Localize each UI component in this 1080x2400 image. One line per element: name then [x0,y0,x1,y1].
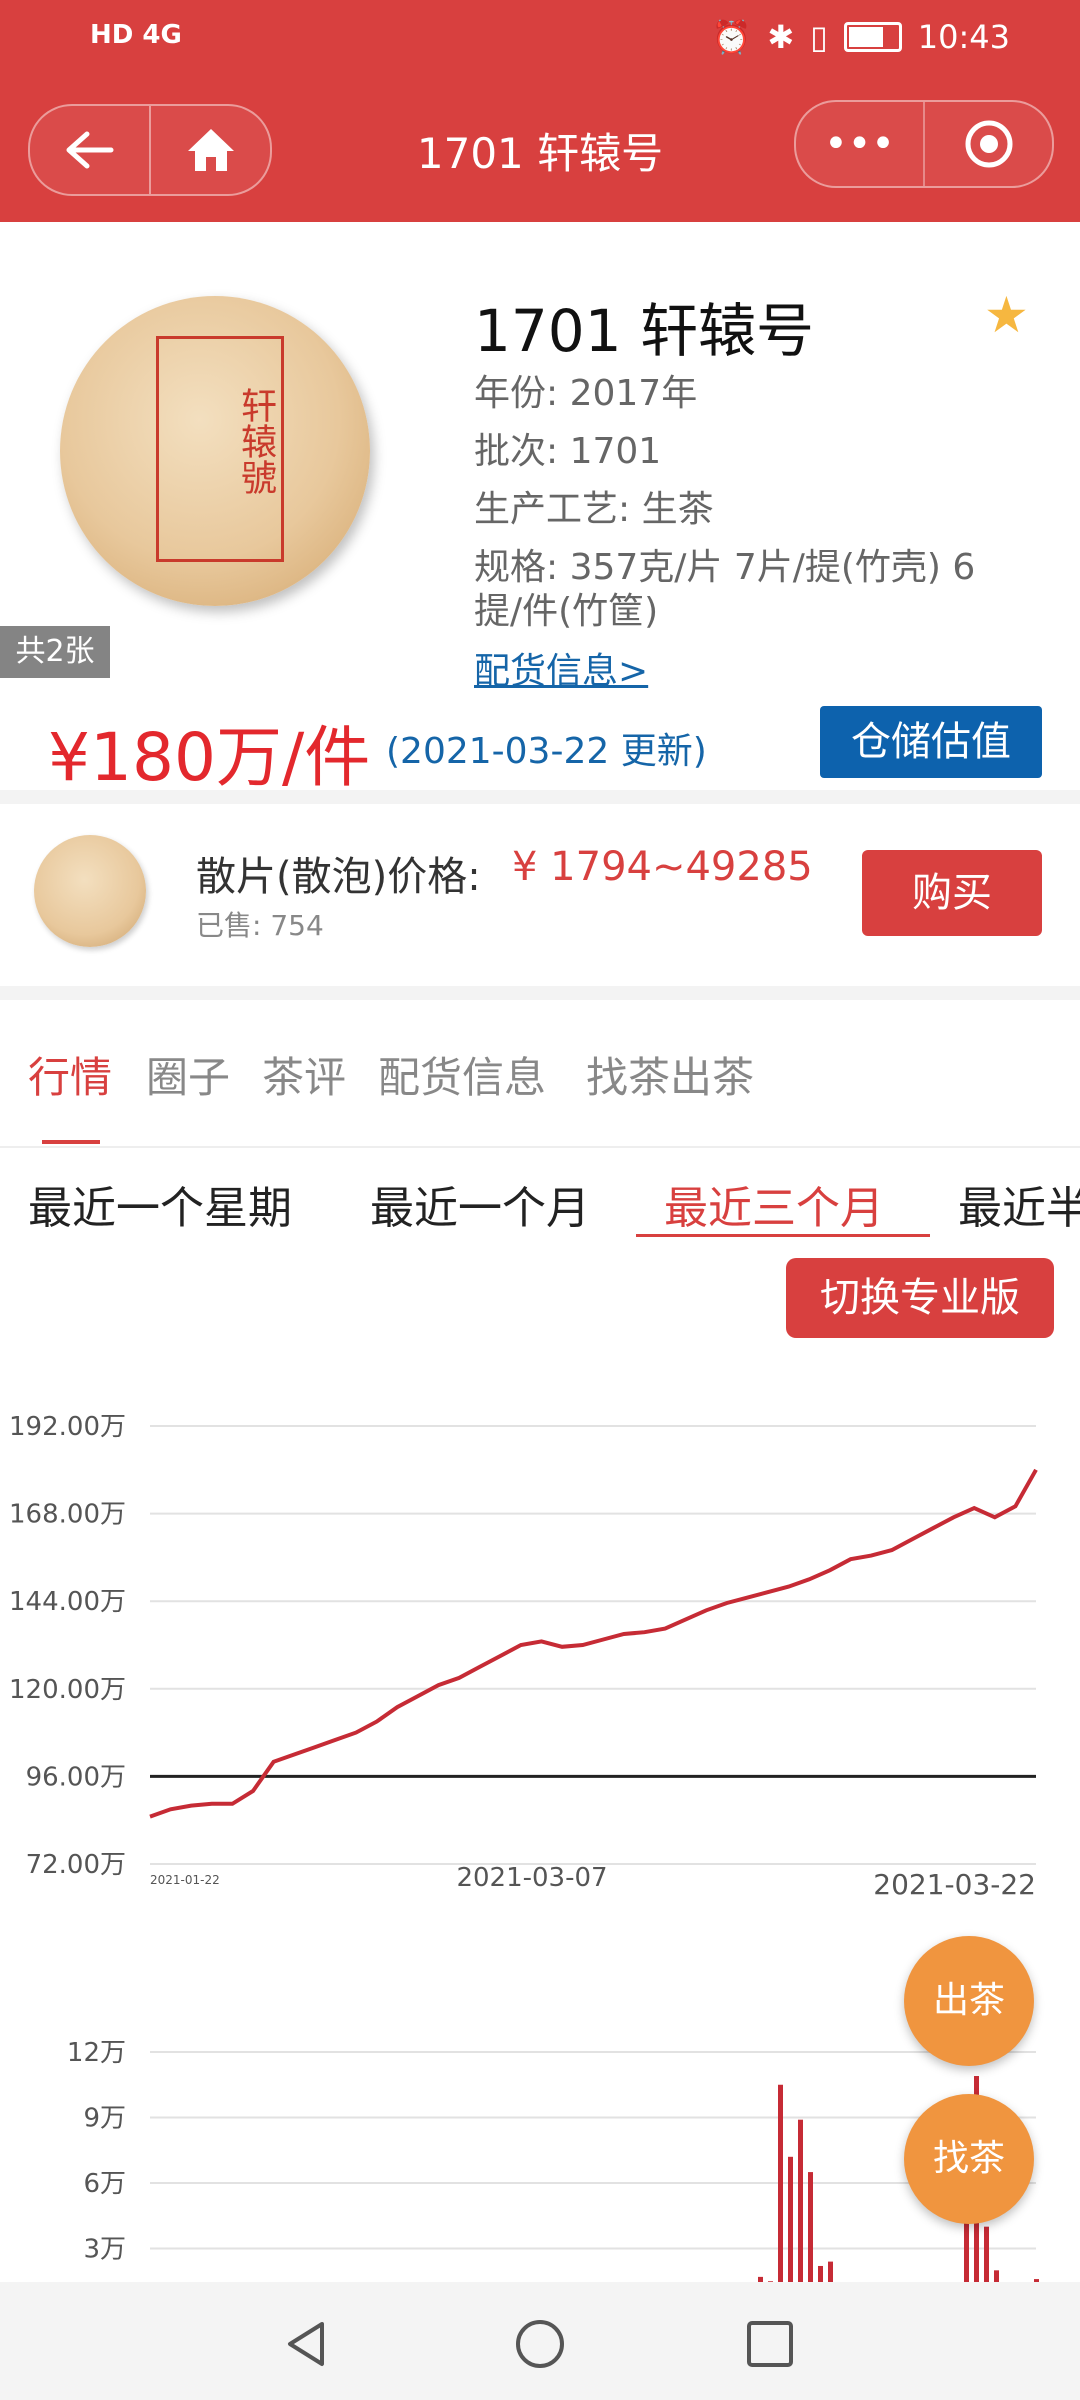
range-half-year[interactable]: 最近半 [958,1172,1080,1236]
recents-square-icon[interactable] [744,2318,796,2370]
tab-circle[interactable]: 圈子 [146,1044,230,1105]
loose-price-value: ¥ 1794~49285 [512,844,813,890]
sold-count: 已售: 754 [196,909,324,942]
bluetooth-icon: ✱ [767,18,795,56]
y-tick-label: 144.00万 [9,1587,126,1617]
storage-valuation-button[interactable]: 仓储估值 [820,706,1042,778]
network-indicator: HD 4G [90,20,182,50]
buy-button[interactable]: 购买 [862,850,1042,936]
price-update-date: (2021-03-22 更新) [386,731,707,772]
favorite-star-icon[interactable]: ★ [984,286,1029,344]
range-week[interactable]: 最近一个星期 [28,1172,292,1236]
y-tick-label: 6万 [83,2169,126,2199]
switch-pro-button[interactable]: 切换专业版 [786,1258,1054,1338]
cake-wrapper-print: 轩辕號 [156,336,284,562]
home-circle-icon[interactable] [514,2318,566,2370]
sell-tea-fab[interactable]: 出茶 [904,1936,1034,2066]
x-tick-label: 2021-03-22 [873,1868,1036,1901]
volume-bar [788,2156,793,2282]
system-nav-bar [0,2282,1080,2400]
tab-distribution[interactable]: 配货信息 [378,1044,546,1105]
price-series-line [149,1468,1038,1819]
product-spec: 规格: 357克/片 7片/提(竹壳) 6提/件(竹筐) [474,547,976,632]
alarm-icon: ⏰ [711,18,752,56]
cake-text: 轩辕號 [235,387,276,495]
nav-bar: 1701 轩辕号 ••• [0,78,1080,222]
vibrate-icon: ▯ [810,18,828,56]
product-price: ¥180万/件 [48,719,371,796]
tab-find-sell[interactable]: 找茶出茶 [586,1044,754,1105]
volume-bar [818,2265,823,2282]
status-bar: HD 4G ⏰ ✱ ▯ 10:43 [0,0,1080,78]
range-indicator [636,1234,930,1237]
tab-indicator [42,1140,100,1144]
volume-bar [798,2119,803,2282]
volume-bar [808,2172,813,2282]
x-tick-label: 2021-01-22 [150,1873,220,1887]
range-three-months[interactable]: 最近三个月 [664,1172,884,1236]
y-tick-label: 120.00万 [9,1675,126,1705]
battery-icon [843,22,902,52]
more-icon: ••• [824,121,895,167]
section-divider [0,986,1080,1000]
product-process: 生产工艺: 生茶 [474,489,714,530]
product-batch: 批次: 1701 [474,431,662,472]
range-month[interactable]: 最近一个月 [370,1172,590,1236]
y-tick-label: 168.00万 [9,1500,126,1530]
tab-review[interactable]: 茶评 [262,1044,346,1105]
y-tick-label: 72.00万 [26,1850,126,1880]
section-divider [0,790,1080,804]
more-button[interactable]: ••• [796,102,923,186]
y-tick-label: 12万 [67,2038,126,2068]
product-year: 年份: 2017年 [474,373,698,414]
loose-price-label: 散片(散泡)价格: [196,854,481,900]
volume-bar [994,2270,999,2282]
tab-market[interactable]: 行情 [28,1044,112,1105]
volume-bar [984,2226,989,2282]
volume-bar [778,2084,783,2282]
y-tick-label: 192.00万 [9,1412,126,1442]
nav-capsule-right: ••• [794,100,1054,188]
loose-tea-thumbnail[interactable] [34,835,146,947]
target-icon [965,120,1012,168]
image-count-badge: 共2张 [0,626,110,678]
product-title: 1701 轩辕号 [474,297,815,365]
product-image[interactable]: 轩辕號 [60,296,370,606]
tab-bar-border [0,1146,1080,1148]
find-tea-fab[interactable]: 找茶 [904,2094,1034,2224]
back-triangle-icon[interactable] [280,2318,332,2370]
close-miniprogram-button[interactable] [923,102,1052,186]
volume-bar [828,2261,833,2282]
distribution-info-link[interactable]: 配货信息> [474,642,648,694]
y-tick-label: 9万 [83,2104,126,2134]
y-tick-label: 96.00万 [26,1762,126,1792]
x-tick-label: 2021-03-07 [456,1863,607,1893]
y-tick-label: 3万 [83,2235,126,2265]
price-line-chart: 192.00万 168.00万 144.00万 120.00万 96.00万 72.00万… [9,1412,1038,1901]
clock: 10:43 [917,18,1010,56]
